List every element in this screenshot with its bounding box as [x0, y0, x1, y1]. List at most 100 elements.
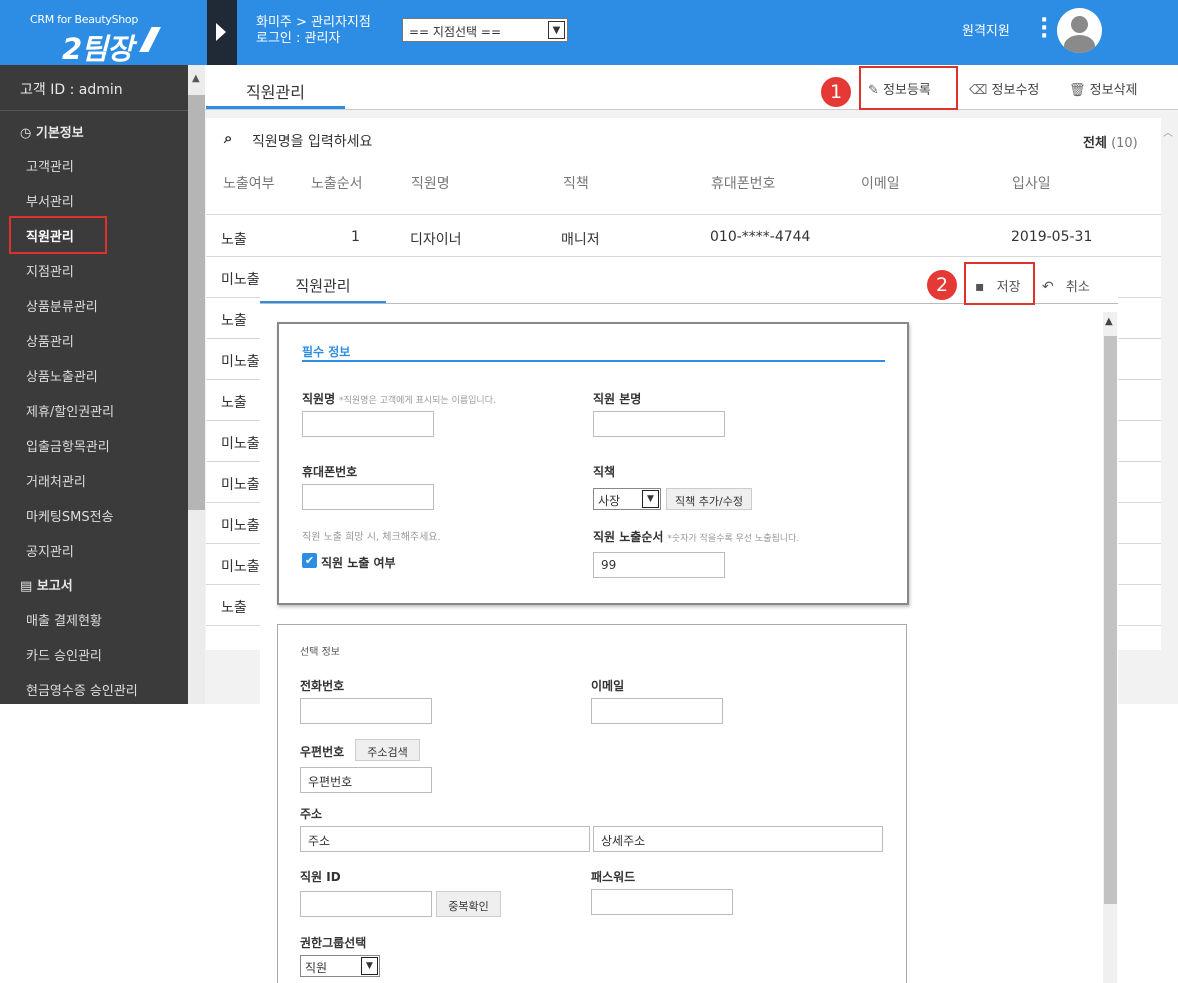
- sidebar-item-marketing-sms[interactable]: 마케팅SMS전송: [26, 506, 114, 525]
- position-edit-button[interactable]: 직책 추가/수정: [666, 488, 752, 510]
- position-label: 직책: [593, 465, 616, 479]
- cell-exposure[interactable]: 미노출: [221, 351, 260, 371]
- column-header-phone[interactable]: 휴대폰번호: [711, 173, 775, 193]
- staff-id-label: 직원 ID: [300, 870, 341, 884]
- highlight-box-save: [964, 262, 1035, 305]
- cell-name[interactable]: 디자이너: [410, 229, 462, 249]
- cell-exposure[interactable]: 미노출: [221, 556, 260, 576]
- avatar[interactable]: [1057, 8, 1102, 53]
- sidebar-item-cashflow-items[interactable]: 입출금항목관리: [26, 436, 110, 455]
- branch-select-value: == 지점선택 ==: [409, 25, 502, 39]
- cell-exposure[interactable]: 미노출: [221, 515, 260, 535]
- row-divider: [206, 214, 1161, 215]
- expose-label: 직원 노출 여부: [321, 556, 396, 570]
- column-header-joined[interactable]: 입사일: [1012, 173, 1051, 193]
- staff-name-label: 직원명 *직원명은 고객에게 표시되는 이름입니다.: [302, 392, 496, 406]
- eraser-icon: ⌫: [969, 83, 988, 98]
- email-input[interactable]: [591, 698, 723, 724]
- mobile-label: 휴대폰번호: [302, 465, 358, 479]
- scroll-up-icon: ▲: [1105, 316, 1113, 327]
- sidebar-item-sales-payments[interactable]: 매출 결제현황: [26, 610, 102, 629]
- sidebar-item-products[interactable]: 상품관리: [26, 331, 74, 350]
- cell-exposure[interactable]: 미노출: [221, 474, 260, 494]
- sidebar-item-coupons[interactable]: 제휴/할인권관리: [26, 401, 114, 420]
- tel-input[interactable]: [300, 698, 432, 724]
- app-logo[interactable]: CRM for BeautyShop 2팀장 ///: [0, 0, 207, 66]
- address-input[interactable]: 주소: [300, 826, 590, 852]
- required-info-title: 필수 정보: [302, 345, 351, 359]
- highlight-box-sidebar: [9, 216, 107, 254]
- cell-exposure[interactable]: 노출: [221, 597, 247, 617]
- column-header-position[interactable]: 직책: [563, 173, 589, 193]
- permission-group-value: 직원: [305, 961, 328, 975]
- position-select[interactable]: 사장 ▼: [593, 488, 661, 510]
- permission-group-label: 권한그룹선택: [300, 936, 367, 950]
- sidebar-item-branches[interactable]: 지점관리: [26, 261, 74, 280]
- mobile-input[interactable]: [302, 484, 434, 510]
- sidebar-item-cash-receipts[interactable]: 현금영수증 승인관리: [26, 680, 138, 699]
- expose-checkbox[interactable]: ✔: [302, 553, 317, 568]
- cell-exposure[interactable]: 미노출: [221, 269, 260, 289]
- cancel-button[interactable]: ↶ 취소: [1042, 276, 1090, 295]
- column-header-order[interactable]: 노출순서: [311, 173, 363, 193]
- customer-id: 고객 ID : admin: [0, 65, 188, 111]
- login-user: 로그인 : 관리자: [256, 31, 341, 46]
- address-detail-input[interactable]: 상세주소: [593, 826, 883, 852]
- sidebar-item-notices[interactable]: 공지관리: [26, 541, 74, 560]
- shop-branch-path: 화미주 > 관리자지점: [256, 15, 371, 30]
- highlight-box-register: [859, 66, 958, 110]
- logo-slash-icon: ///: [142, 22, 159, 57]
- clipboard-icon: ▤: [20, 579, 33, 594]
- sidebar-section-reports[interactable]: ▤ 보고서: [20, 575, 73, 594]
- sidebar-toggle-button[interactable]: [207, 0, 237, 65]
- password-input[interactable]: [591, 889, 733, 915]
- sidebar-item-customers[interactable]: 고객관리: [26, 156, 74, 175]
- scroll-up-icon[interactable]: ︿: [1163, 124, 1173, 139]
- sidebar-item-product-exposure[interactable]: 상품노출관리: [26, 366, 98, 385]
- address-search-button[interactable]: 주소검색: [355, 739, 420, 761]
- sidebar-scrollbar[interactable]: ▲: [188, 65, 205, 704]
- exposure-order-label: 직원 노출순서 *숫자가 작을수록 우선 노출됩니다.: [593, 530, 800, 544]
- cell-position[interactable]: 매니저: [561, 229, 600, 249]
- modal-tab-staff[interactable]: 직원관리: [260, 265, 386, 304]
- remote-support-link[interactable]: 원격지원: [962, 20, 1010, 39]
- staff-realname-input[interactable]: [593, 411, 725, 437]
- staff-name-input[interactable]: [302, 411, 434, 437]
- column-header-email[interactable]: 이메일: [861, 173, 900, 193]
- cell-order[interactable]: 1: [351, 229, 360, 245]
- cell-phone[interactable]: 010-****-4744: [710, 229, 810, 245]
- duplicate-check-button[interactable]: 중복확인: [436, 891, 501, 917]
- delete-button[interactable]: 🗑 정보삭제: [1069, 79, 1138, 98]
- more-menu-icon[interactable]: · · ·: [1040, 10, 1048, 48]
- sidebar-item-vendors[interactable]: 거래처관리: [26, 471, 86, 490]
- sidebar-item-product-categories[interactable]: 상품분류관리: [26, 296, 98, 315]
- required-info-underline: [302, 360, 885, 362]
- branch-select[interactable]: == 지점선택 == ▼: [402, 18, 568, 42]
- cell-exposure[interactable]: 노출: [221, 229, 247, 249]
- staff-id-input[interactable]: [300, 891, 432, 917]
- column-header-name[interactable]: 직원명: [411, 173, 450, 193]
- column-header-exposure[interactable]: 노출여부: [223, 173, 275, 193]
- modal-scroll-thumb[interactable]: [1104, 336, 1117, 904]
- sidebar-item-departments[interactable]: 부서관리: [26, 191, 74, 210]
- optional-info-title: 선택 정보: [300, 647, 340, 658]
- permission-group-select[interactable]: 직원 ▼: [300, 955, 380, 977]
- chevron-down-icon: ▼: [361, 957, 378, 975]
- exposure-order-input[interactable]: 99: [593, 552, 725, 578]
- edit-button[interactable]: ⌫ 정보수정: [969, 79, 1039, 98]
- cell-joined[interactable]: 2019-05-31: [1011, 229, 1092, 245]
- email-label: 이메일: [591, 679, 625, 693]
- undo-arrow-icon: ↶: [1042, 279, 1054, 295]
- cell-exposure[interactable]: 미노출: [221, 433, 260, 453]
- modal-scrollbar[interactable]: ▲: [1103, 312, 1117, 983]
- cell-exposure[interactable]: 노출: [221, 392, 247, 412]
- sidebar-section-basic[interactable]: ◷ 기본정보: [20, 122, 84, 141]
- search-input[interactable]: 직원명을 입력하세요: [252, 131, 372, 151]
- tab-staff[interactable]: 직원관리: [206, 65, 345, 109]
- cell-exposure[interactable]: 노출: [221, 310, 247, 330]
- sidebar-item-card-approvals[interactable]: 카드 승인관리: [26, 645, 102, 664]
- sidebar-scroll-thumb[interactable]: [188, 95, 205, 510]
- zip-input[interactable]: 우편번호: [300, 767, 432, 793]
- clock-icon: ◷: [20, 126, 32, 141]
- shop-info: 화미주 > 관리자지점 로그인 : 관리자: [256, 15, 371, 47]
